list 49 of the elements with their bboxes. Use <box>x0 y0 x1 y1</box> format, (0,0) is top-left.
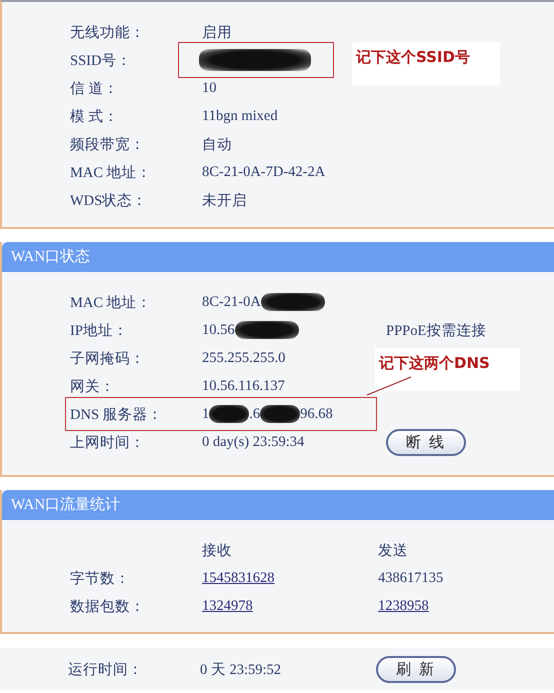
field-value: 10 <box>202 80 216 96</box>
field-value: 10.56.116.137 <box>202 378 285 394</box>
field-value: 未开启 <box>202 192 247 210</box>
field-value: 10.56 <box>202 322 235 338</box>
field-label: IP地址： <box>70 322 129 340</box>
count-link[interactable]: 1545831628 <box>202 570 274 586</box>
field-value: 0 天 23:59:52 <box>200 660 282 678</box>
section-header: WAN口流量统计 <box>2 490 554 520</box>
row-label: 字节数： <box>70 570 131 588</box>
field-label: 信 道： <box>70 80 120 98</box>
field-value: 96.68 <box>300 406 333 422</box>
field-label: 网关： <box>70 378 116 396</box>
field-value: 8C-21-0A <box>202 294 261 310</box>
redaction-scribble <box>209 405 250 423</box>
field-value: 启用 <box>202 24 232 42</box>
field-label: MAC 地址： <box>70 294 153 312</box>
field-label: 子网掩码： <box>70 350 146 368</box>
section-header: WAN口状态 <box>2 242 554 272</box>
column-header: 发送 <box>378 542 409 560</box>
disconnect-button[interactable]: 断 线 <box>386 428 466 456</box>
annotation-note: 记下这个SSID号 <box>352 42 500 85</box>
connection-type: PPPoE按需连接 <box>386 322 486 338</box>
field-value: 8C-21-0A-7D-42-2A <box>202 164 326 180</box>
redaction-scribble <box>234 321 299 339</box>
field-label: 运行时间： <box>68 660 144 678</box>
column-header: 接收 <box>202 542 233 560</box>
leader-line <box>366 376 412 396</box>
count-link[interactable]: 1324978 <box>202 598 253 614</box>
field-label: MAC 地址： <box>70 164 153 182</box>
field-value: .6 <box>249 406 260 422</box>
refresh-button[interactable]: 刷 新 <box>376 656 456 682</box>
field-label: 上网时间： <box>70 434 146 452</box>
field-value: 0 day(s) 23:59:34 <box>202 434 304 450</box>
field-label: DNS 服务器： <box>70 406 164 424</box>
redaction-scribble <box>260 405 300 423</box>
field-label: 无线功能： <box>70 24 146 42</box>
redaction-scribble <box>260 293 325 311</box>
field-value: 11bgn mixed <box>202 108 278 124</box>
field-value: 255.255.255.0 <box>202 350 286 366</box>
field-label: 模 式： <box>70 108 120 126</box>
row-label: 数据包数： <box>70 598 146 616</box>
count-link[interactable]: 1238958 <box>378 598 429 614</box>
field-value: 1 <box>202 406 210 422</box>
count-value: 438617135 <box>378 570 444 586</box>
field-label: SSID号： <box>70 52 132 70</box>
field-label: WDS状态： <box>70 192 148 210</box>
field-label: 频段带宽： <box>70 136 146 154</box>
field-value: 自动 <box>202 136 232 154</box>
annotation-note: 记下这两个DNS <box>375 348 520 391</box>
